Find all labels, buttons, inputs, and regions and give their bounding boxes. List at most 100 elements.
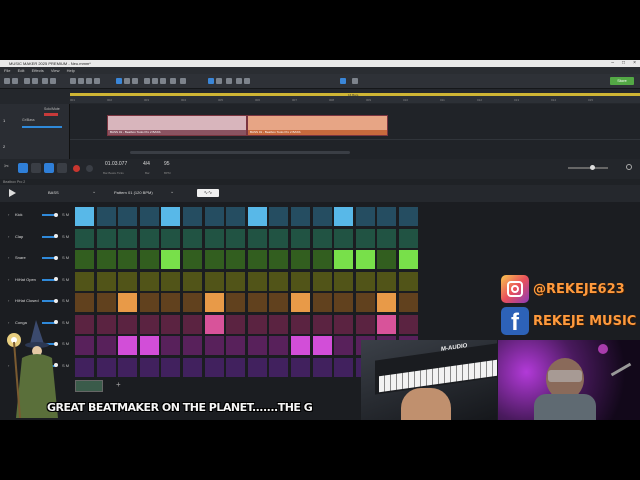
step-cell[interactable]	[399, 228, 418, 248]
step-cell[interactable]	[75, 336, 94, 355]
slider-knob[interactable]	[54, 298, 58, 303]
step-cell[interactable]	[161, 357, 181, 377]
step-cell[interactable]	[334, 271, 354, 291]
expand-icon[interactable]: ›	[8, 298, 9, 303]
step-cell[interactable]	[161, 336, 181, 355]
step-cell[interactable]	[183, 336, 202, 355]
play-icon[interactable]	[9, 189, 16, 197]
time-signature[interactable]: 4/4	[143, 161, 150, 167]
step-cell[interactable]	[118, 357, 138, 377]
step-cell[interactable]	[269, 336, 289, 355]
join-icon[interactable]	[244, 78, 250, 84]
step-cell-active[interactable]	[118, 336, 138, 355]
step-cell[interactable]	[247, 228, 267, 248]
list-icon[interactable]	[132, 78, 138, 84]
step-cell[interactable]	[269, 271, 289, 291]
step-cell[interactable]	[247, 314, 267, 334]
instrument-volume-slider[interactable]	[42, 277, 58, 281]
instrument-volume-slider[interactable]	[42, 255, 58, 260]
step-cell[interactable]	[75, 228, 94, 248]
expand-icon[interactable]: ›	[8, 277, 9, 282]
step-cell-active[interactable]	[334, 207, 354, 226]
step-cell[interactable]	[204, 336, 224, 355]
chevron-down-icon[interactable]: ⌄	[170, 189, 174, 195]
step-cell[interactable]	[226, 357, 246, 377]
step-cell[interactable]	[377, 228, 397, 248]
step-cell[interactable]	[204, 228, 224, 248]
delete-icon[interactable]	[50, 78, 56, 84]
step-cell[interactable]	[334, 357, 354, 377]
solo-mute-buttons[interactable]: S M	[62, 212, 69, 217]
menu-help[interactable]: Help	[67, 68, 75, 73]
slider-knob[interactable]	[54, 255, 58, 260]
menu-effects[interactable]: Effects	[32, 68, 44, 73]
step-cell-active[interactable]	[377, 314, 397, 334]
pencil-icon[interactable]	[86, 78, 92, 84]
step-cell[interactable]	[399, 207, 418, 226]
step-cell[interactable]	[355, 271, 375, 291]
instrument-volume-slider[interactable]	[42, 234, 58, 238]
audio-clip[interactable]: BASS 01 - Beatbox Tools Pro 2 BASS	[247, 115, 388, 136]
horizontal-scrollbar[interactable]	[130, 151, 350, 154]
step-cell[interactable]	[118, 250, 138, 269]
step-cell[interactable]	[312, 228, 332, 248]
step-cell[interactable]	[204, 271, 224, 291]
step-cell[interactable]	[75, 314, 94, 334]
step-cell[interactable]	[334, 293, 354, 312]
step-cell[interactable]	[312, 357, 332, 377]
fx-icon[interactable]	[160, 78, 166, 84]
step-cell[interactable]	[269, 207, 289, 226]
hand-icon[interactable]	[78, 78, 84, 84]
step-cell-active[interactable]	[118, 293, 138, 312]
step-cell[interactable]	[355, 314, 375, 334]
step-cell[interactable]	[291, 207, 310, 226]
step-cell-active[interactable]	[204, 293, 224, 312]
step-cell[interactable]	[312, 314, 332, 334]
step-cell[interactable]	[226, 207, 246, 226]
step-cell[interactable]	[139, 207, 159, 226]
note-icon[interactable]	[124, 78, 130, 84]
step-cell[interactable]	[247, 336, 267, 355]
step-cell[interactable]	[291, 250, 310, 269]
step-cell[interactable]	[355, 207, 375, 226]
step-cell[interactable]	[269, 314, 289, 334]
step-cell[interactable]	[75, 250, 94, 269]
pattern-thumbnail[interactable]	[75, 380, 103, 392]
eraser-icon[interactable]	[94, 78, 100, 84]
menu-edit[interactable]: Edit	[18, 68, 25, 73]
step-cell[interactable]	[269, 228, 289, 248]
step-cell-active[interactable]	[377, 293, 397, 312]
step-cell[interactable]	[75, 271, 94, 291]
zoom-icon[interactable]	[70, 78, 76, 84]
slider-knob[interactable]	[590, 165, 595, 170]
step-cell[interactable]	[139, 228, 159, 248]
close-icon[interactable]: ×	[633, 60, 636, 67]
track-name[interactable]: Solo/Mute	[44, 107, 60, 111]
step-cell-active[interactable]	[312, 336, 332, 355]
expand-icon[interactable]: ›	[8, 234, 9, 239]
step-cell[interactable]	[269, 293, 289, 312]
loop-button[interactable]	[18, 163, 28, 173]
stop-button[interactable]	[57, 163, 67, 173]
step-cell-active[interactable]	[139, 336, 159, 355]
step-cell[interactable]	[139, 293, 159, 312]
pause-button[interactable]	[44, 163, 54, 173]
cut-icon[interactable]	[42, 78, 48, 84]
record-arm[interactable]	[44, 113, 58, 116]
step-cell[interactable]	[226, 228, 246, 248]
step-cell[interactable]	[269, 357, 289, 377]
store-button[interactable]: Store	[610, 77, 634, 85]
step-cell[interactable]	[399, 293, 418, 312]
solo-mute-buttons[interactable]: S M	[62, 277, 69, 282]
slider-knob[interactable]	[54, 234, 58, 238]
step-cell-active[interactable]	[247, 207, 267, 226]
step-cell[interactable]	[96, 250, 116, 269]
metronome-icon[interactable]	[180, 78, 186, 84]
step-cell[interactable]	[96, 357, 116, 377]
search-icon[interactable]	[626, 164, 632, 170]
track-volume-slider[interactable]	[22, 126, 62, 128]
step-cell-active[interactable]	[334, 250, 354, 269]
rewind-icon[interactable]	[31, 163, 41, 173]
step-cell[interactable]	[334, 336, 354, 355]
solo-mute-buttons[interactable]: S M	[62, 234, 69, 239]
